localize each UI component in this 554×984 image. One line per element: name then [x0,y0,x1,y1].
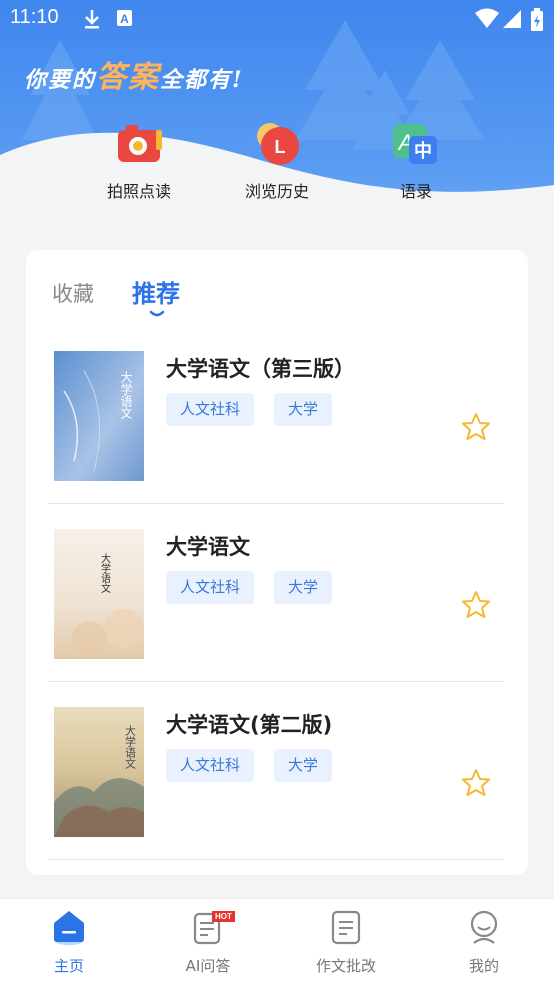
quick-action-label: 拍照点读 [106,182,171,201]
list-item-book[interactable]: 大学语文 大学语文(第二版) 人文社科 大学 [48,707,504,875]
nav-ai-qa[interactable]: HOT AI问答 [148,907,268,976]
ai-qa-icon: HOT [190,907,235,947]
book-cover: 大学语文 [54,529,144,659]
divider [48,503,504,504]
nav-label: 我的 [468,957,499,975]
nav-label: AI问答 [185,957,231,975]
quick-action-camera-read[interactable]: 拍照点读 [79,120,199,202]
battery-icon [531,8,543,31]
svg-text:大学语文: 大学语文 [99,552,111,594]
tab-recommend[interactable]: 推荐 [132,274,180,309]
quick-action-quotes[interactable]: A 中 语录 [356,120,476,202]
essay-icon [328,907,364,947]
tab-favorites[interactable]: 收藏 [52,278,94,308]
quick-action-label: 语录 [399,182,432,201]
slogan-suffix: 全都有! [160,67,244,93]
svg-text:中: 中 [414,140,432,162]
wifi-icon [475,8,499,28]
status-bar: 11:10 A [0,0,554,38]
tag-category: 人文社科 [166,393,255,426]
tag-category: 人文社科 [166,749,255,782]
quick-action-label: 浏览历史 [244,182,309,201]
svg-text:L: L [275,137,286,157]
profile-icon [466,907,502,947]
status-time: 11:10 [10,6,59,28]
star-favorite-icon[interactable] [460,767,492,799]
nav-label: 主页 [53,957,84,975]
book-title: 大学语文(第二版) [166,713,333,737]
nav-home[interactable]: 主页 [9,907,129,976]
book-cover: 大学语文 [54,707,144,837]
svg-text:大学语文: 大学语文 [124,724,137,769]
download-icon [85,10,99,29]
nav-label: 作文批改 [315,957,376,975]
list-item-book[interactable]: 大学语文 大学语文 人文社科 大学 [48,529,504,707]
tag-level: 大学 [274,571,333,604]
slogan: 你要的答案全都有! [24,52,244,96]
camera-icon [114,120,164,170]
book-cover: 大学语文 [54,351,144,481]
quick-action-history[interactable]: L 浏览历史 [217,120,337,202]
nav-essay-grading[interactable]: 作文批改 [286,907,406,976]
hot-badge: HOT [212,911,235,922]
svg-text:A: A [120,12,129,26]
app-a-icon: A [117,10,132,26]
book-title: 大学语文 [166,535,250,559]
slogan-prefix: 你要的 [24,67,97,93]
tab-active-indicator [149,310,165,317]
home-icon [51,907,87,947]
history-icon: L [252,120,302,170]
signal-icon [503,10,521,28]
content-card: 收藏 推荐 大学语文 大学语文（第三版） 人文社科 大学 大学语文 大学语文 人… [26,250,528,875]
bottom-nav: 主页 HOT AI问答 作文批改 我的 [0,898,554,984]
tag-category: 人文社科 [166,571,255,604]
list-item-book[interactable]: 大学语文 大学语文（第三版） 人文社科 大学 [48,351,504,529]
tag-level: 大学 [274,749,333,782]
book-title: 大学语文（第三版） [166,357,355,381]
slogan-highlight: 答案 [96,60,161,95]
divider [48,681,504,682]
star-favorite-icon[interactable] [460,411,492,443]
nav-profile[interactable]: 我的 [424,907,544,976]
svg-text:大学语文: 大学语文 [119,371,133,419]
star-favorite-icon[interactable] [460,589,492,621]
divider [48,859,504,860]
quotes-icon: A 中 [391,120,441,170]
tag-level: 大学 [274,393,333,426]
